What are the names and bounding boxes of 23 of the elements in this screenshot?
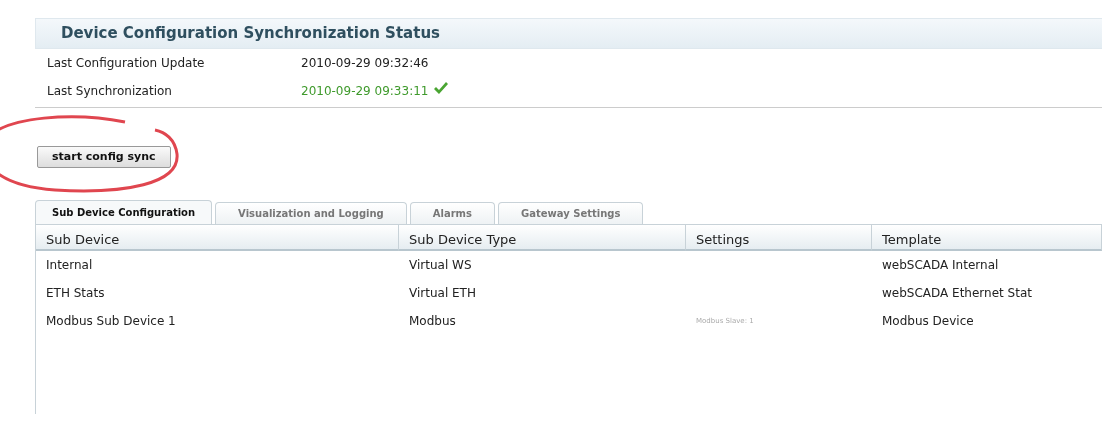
table-cell: webSCADA Ethernet Stat [882, 286, 1032, 300]
sync-button[interactable]: start config sync [37, 145, 171, 168]
column-header: Sub Device [36, 224, 399, 251]
table-cell: Internal [46, 258, 93, 272]
table-cell: Modbus Sub Device 1 [46, 314, 176, 328]
panel-title: Device Configuration Synchronization Status [35, 18, 1102, 49]
tab[interactable]: Gateway Settings [498, 202, 644, 224]
table-cell: webSCADA Internal [882, 258, 999, 272]
field-label: Last Configuration Update [47, 54, 206, 72]
table-cell: Virtual ETH [409, 286, 476, 300]
table-cell: Modbus [409, 314, 456, 328]
column-header: Template [872, 224, 1102, 251]
tab[interactable]: Sub Device Configuration [35, 200, 213, 224]
tab[interactable]: Alarms [409, 202, 495, 224]
field-value: 2010-09-29 09:32:46 [301, 54, 429, 72]
field-value: 2010-09-29 09:33:11 [301, 82, 429, 100]
table-cell: ETH Stats [46, 286, 105, 300]
column-header: Settings [686, 224, 872, 251]
table-cell: Modbus Device [882, 314, 974, 328]
column-header: Sub Device Type [399, 224, 686, 251]
field-label: Last Synchronization [47, 82, 173, 100]
table-cell: Virtual WS [409, 258, 472, 272]
tab[interactable]: Visualization and Logging [215, 202, 407, 224]
